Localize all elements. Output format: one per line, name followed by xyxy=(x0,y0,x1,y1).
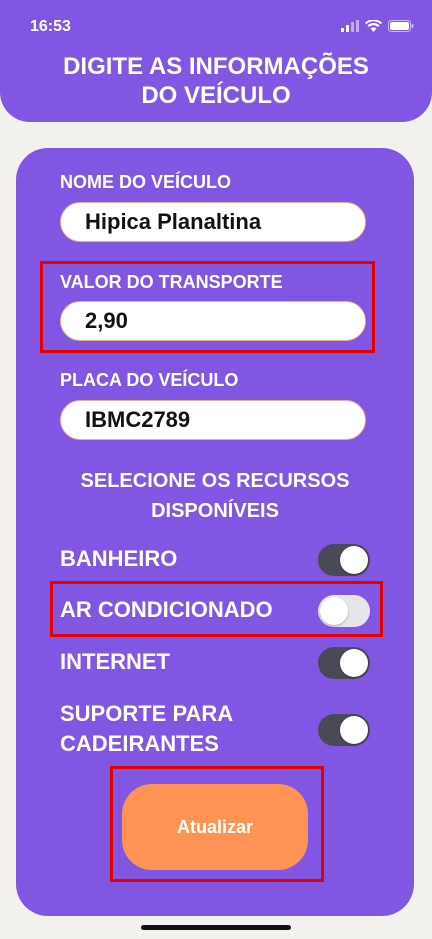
toggle-label-suporte-cadeirantes: SUPORTE PARA CADEIRANTES xyxy=(60,699,233,759)
page-title-line-2: DO VEÍCULO xyxy=(141,82,291,109)
highlight-update-button xyxy=(110,766,324,882)
battery-icon xyxy=(388,20,414,32)
features-title-line-2: DISPONÍVEIS xyxy=(151,500,279,522)
toggle-label-banheiro: BANHEIRO xyxy=(60,546,178,571)
toggle-knob xyxy=(340,546,368,574)
toggle-suporte-cadeirantes[interactable] xyxy=(318,714,370,746)
toggle-label-internet: INTERNET xyxy=(60,649,170,674)
toggle-label-line-2: CADEIRANTES xyxy=(60,731,219,756)
signal-icon xyxy=(341,20,359,32)
features-title: SELECIONE OS RECURSOS DISPONÍVEIS xyxy=(16,466,414,526)
plate-label: PLACA DO VEÍCULO xyxy=(60,370,239,390)
toggle-knob xyxy=(340,649,368,677)
highlight-ar-condicionado xyxy=(50,581,383,637)
features-title-line-1: SELECIONE OS RECURSOS xyxy=(80,470,350,492)
page-title-line-1: DIGITE AS INFORMAÇÕES xyxy=(63,53,369,80)
toggle-knob xyxy=(340,716,368,744)
vehicle-name-label: NOME DO VEÍCULO xyxy=(60,172,232,192)
header: 16:53 DIGITE AS INFORMAÇÕES DO VEÍCULO xyxy=(0,0,432,122)
toggle-internet[interactable] xyxy=(318,647,370,679)
toggle-banheiro[interactable] xyxy=(318,544,370,576)
highlight-transport-value xyxy=(40,261,375,353)
vehicle-name-input[interactable]: Hipica Planaltina xyxy=(60,202,366,242)
status-icons xyxy=(341,20,414,32)
page-title: DIGITE AS INFORMAÇÕES DO VEÍCULO xyxy=(0,52,432,110)
status-time: 16:53 xyxy=(30,18,71,35)
wifi-icon xyxy=(365,20,382,32)
home-indicator xyxy=(141,925,291,930)
plate-input[interactable]: IBMC2789 xyxy=(60,400,366,440)
toggle-label-line-1: SUPORTE PARA xyxy=(60,701,234,726)
